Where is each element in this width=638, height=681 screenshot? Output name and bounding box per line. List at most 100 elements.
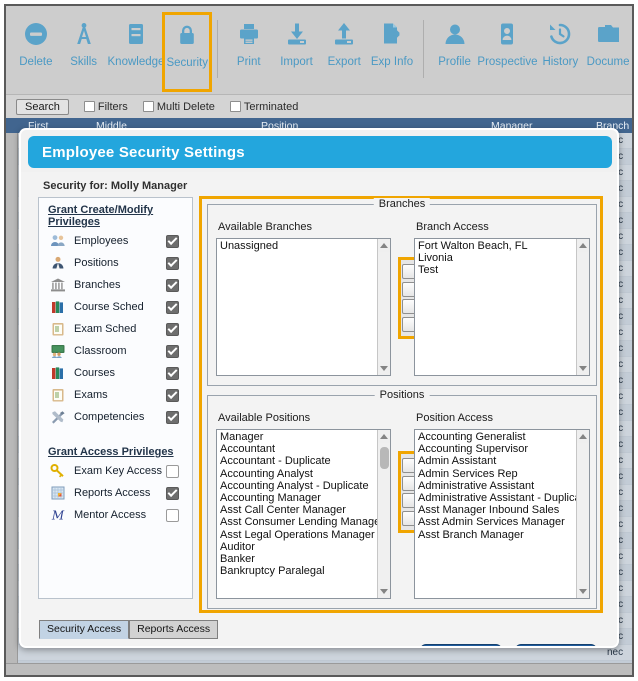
scrollbar-vertical[interactable] [377,430,390,598]
checkbox-box[interactable] [83,101,95,112]
list-item[interactable]: Asst Legal Operations Manager [220,529,377,541]
privilege-row-exams[interactable]: Exams [39,384,192,406]
scroll-down-button[interactable] [378,585,390,598]
toolbar-button-import[interactable]: Import [273,14,321,86]
list-item[interactable]: Asst Admin Services Manager [418,516,576,528]
filters-checkbox[interactable]: Filters [83,101,128,113]
privilege-checkbox[interactable] [166,486,179,500]
list-item[interactable]: Livonia [418,252,576,264]
privilege-row-course-sched[interactable]: Course Sched [39,296,192,318]
scroll-up-button[interactable] [378,430,390,443]
list-item[interactable]: Asst Call Center Manager [220,504,377,516]
privilege-checkbox[interactable] [166,366,179,380]
scrollbar-vertical[interactable] [377,239,390,375]
branch-access-listbox[interactable]: Fort Walton Beach, FL Livonia Test [414,238,590,376]
toolbar-button-security[interactable]: Security [162,12,213,92]
privilege-row-positions[interactable]: Positions [39,252,192,274]
toolbar-button-skills[interactable]: Skills [60,14,108,86]
toolbar-button-prospective[interactable]: Prospective [477,14,538,86]
toolbar-button-export[interactable]: Export [320,14,368,86]
list-item[interactable]: Administrative Assistant - Duplicate [418,492,576,504]
toolbar-button-print[interactable]: Print [225,14,273,86]
scrollbar-vertical[interactable] [576,430,589,598]
list-item[interactable]: Asst Consumer Lending Manager [220,516,377,528]
list-item[interactable]: Asst Branch Manager [418,529,576,541]
privilege-row-competencies[interactable]: Competencies [39,406,192,428]
privilege-checkbox[interactable] [166,300,179,314]
available-branches-listbox[interactable]: Unassigned [216,238,391,376]
scrollbar-vertical[interactable] [576,239,589,375]
list-item[interactable]: Asst Manager Inbound Sales [418,504,576,516]
list-item[interactable]: Test [418,264,576,276]
privilege-row-exam-sched[interactable]: Exam Sched [39,318,192,340]
list-item[interactable]: Accounting Analyst [220,468,377,480]
search-button[interactable]: Search [16,98,69,115]
privilege-row-classroom[interactable]: Classroom [39,340,192,362]
position-access-listbox[interactable]: Accounting Generalist Accounting Supervis… [414,429,590,599]
multi-delete-checkbox[interactable]: Multi Delete [142,101,215,113]
privilege-checkbox[interactable] [166,344,179,358]
privilege-checkbox[interactable] [166,388,179,402]
privilege-checkbox[interactable] [166,278,179,292]
branches-legend: Branches [373,198,431,210]
privilege-checkbox[interactable] [166,464,179,478]
toolbar-button-knowledge[interactable]: Knowledge [108,14,164,86]
listbox-items[interactable]: Accounting Generalist Accounting Supervis… [415,430,576,598]
privilege-label: Course Sched [74,301,144,313]
update-button[interactable]: Update [420,644,502,646]
list-item[interactable]: Accountant - Duplicate [220,455,377,467]
privilege-checkbox[interactable] [166,256,179,270]
list-item[interactable]: Fort Walton Beach, FL [418,240,576,252]
toolbar-button-delete[interactable]: Delete [12,14,60,86]
privilege-checkbox[interactable] [166,322,179,336]
positions-icon [48,255,68,271]
privilege-row-mentor-access[interactable]: M Mentor Access [39,504,192,526]
privilege-row-reports-access[interactable]: Reports Access [39,482,192,504]
list-item[interactable]: Banker [220,553,377,565]
toolbar-button-profile[interactable]: Profile [431,14,479,86]
toolbar-label: History [542,56,579,68]
list-item[interactable]: Auditor [220,541,377,553]
terminated-checkbox[interactable]: Terminated [229,101,298,113]
printer-icon [236,14,262,54]
list-item[interactable]: Admin Assistant [418,455,576,467]
list-item[interactable]: Unassigned [220,240,377,252]
scroll-up-button[interactable] [378,239,390,252]
listbox-items[interactable]: Fort Walton Beach, FL Livonia Test [415,239,576,375]
scroll-up-button[interactable] [577,430,589,443]
privilege-row-branches[interactable]: Branches [39,274,192,296]
toolbar-button-documents[interactable]: Docume [584,14,632,86]
tab-security-access[interactable]: Security Access [39,620,130,639]
privilege-row-courses[interactable]: Courses [39,362,192,384]
checkbox-box[interactable] [229,101,241,112]
list-item[interactable]: Accountant [220,443,377,455]
list-item[interactable]: Accounting Analyst - Duplicate [220,480,377,492]
privilege-row-exam-key-access[interactable]: Exam Key Access [39,460,192,482]
svg-text:M: M [51,509,65,523]
scroll-up-button[interactable] [577,239,589,252]
scroll-down-button[interactable] [378,362,390,375]
available-positions-listbox[interactable]: Manager Accountant Accountant - Duplicate A… [216,429,391,599]
toolbar-button-history[interactable]: History [536,14,584,86]
privilege-row-employees[interactable]: Employees [39,230,192,252]
list-item[interactable]: Accounting Manager [220,492,377,504]
cancel-button[interactable]: Cancel [515,644,597,646]
toolbar-button-exp-info[interactable]: Exp Info [368,14,416,86]
privilege-checkbox[interactable] [166,234,179,248]
list-item[interactable]: Admin Services Rep [418,468,576,480]
tab-reports-access[interactable]: Reports Access [129,620,219,639]
list-item[interactable]: Administrative Assistant [418,480,576,492]
scroll-down-button[interactable] [577,362,589,375]
checkbox-box[interactable] [142,101,154,112]
scrollbar-thumb[interactable] [380,447,389,469]
listbox-items[interactable]: Manager Accountant Accountant - Duplicate A… [217,430,377,598]
list-item[interactable]: Bankruptcy Paralegal [220,565,377,577]
privilege-checkbox[interactable] [166,410,179,424]
available-branches-label: Available Branches [218,221,312,233]
list-item[interactable]: Accounting Generalist [418,431,576,443]
list-item[interactable]: Manager [220,431,377,443]
listbox-items[interactable]: Unassigned [217,239,377,375]
list-item[interactable]: Accounting Supervisor [418,443,576,455]
privilege-checkbox[interactable] [166,508,179,522]
scroll-down-button[interactable] [577,585,589,598]
